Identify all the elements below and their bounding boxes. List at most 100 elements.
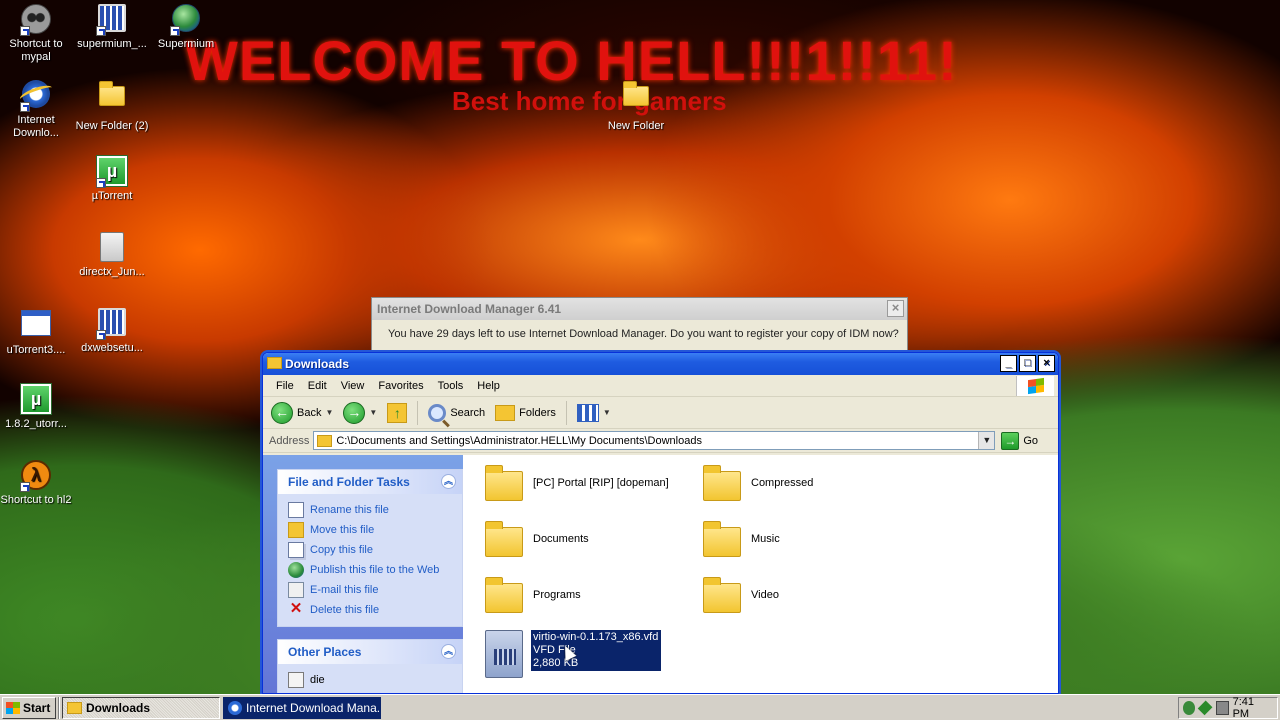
panel-title: Other Places <box>288 645 362 659</box>
utorrent-tray-icon[interactable] <box>1198 700 1214 716</box>
task-delete[interactable]: ✕ Delete this file <box>288 600 462 620</box>
folder-documents[interactable]: Documents <box>485 521 589 557</box>
idm-registration-dialog[interactable]: Internet Download Manager 6.41 × You hav… <box>371 297 908 351</box>
task-label: Internet Download Mana... <box>246 700 381 715</box>
menu-edit[interactable]: Edit <box>301 375 334 397</box>
idm-dialog-titlebar[interactable]: Internet Download Manager 6.41 × <box>372 298 907 320</box>
go-button[interactable]: → Go <box>1001 431 1038 450</box>
search-button[interactable]: Search <box>424 400 489 426</box>
collapse-chevron-icon[interactable]: ︽ <box>441 644 456 659</box>
task-email[interactable]: E-mail this file <box>288 580 462 600</box>
address-input[interactable]: C:\Documents and Settings\Administrator.… <box>313 431 996 450</box>
up-button[interactable]: ↑ <box>383 400 411 426</box>
folder-video[interactable]: Video <box>703 577 779 613</box>
menu-view[interactable]: View <box>334 375 372 397</box>
explorer-content: File and Folder Tasks ︽ Rename this file… <box>263 455 1058 693</box>
close-button[interactable]: × <box>1038 355 1055 372</box>
task-label: Delete this file <box>310 604 380 616</box>
file-name: Music <box>751 533 780 545</box>
toolbar-separator <box>417 400 419 425</box>
dropdown-arrow-icon[interactable]: ▼ <box>603 408 611 417</box>
idm-tray-icon[interactable] <box>1215 701 1229 715</box>
menu-help[interactable]: Help <box>470 375 507 397</box>
back-button[interactable]: ← Back ▼ <box>267 400 337 426</box>
desktop-icon-utorrent3[interactable]: uTorrent3.... <box>0 308 74 357</box>
folder-compressed[interactable]: Compressed <box>703 465 813 501</box>
menu-file[interactable]: File <box>269 375 301 397</box>
other-places-header[interactable]: Other Places ︽ <box>278 640 462 664</box>
folder-icon <box>703 521 741 557</box>
shortcut-arrow-icon <box>170 26 180 36</box>
folder-programs[interactable]: Programs <box>485 577 581 613</box>
web-globe-icon <box>288 562 304 578</box>
delete-x-icon: ✕ <box>289 600 303 617</box>
desktop-icon-new-folder-2[interactable]: New Folder (2) <box>74 80 150 133</box>
desktop-icon-label: Shortcut to hl2 <box>0 494 72 506</box>
forward-button[interactable]: → ▼ <box>339 400 381 426</box>
address-dropdown-button[interactable]: ▼ <box>978 432 995 449</box>
file-folder-tasks-header[interactable]: File and Folder Tasks ︽ <box>278 470 462 494</box>
folder-icon <box>267 357 282 369</box>
maximize-button[interactable]: □ <box>1019 355 1036 372</box>
shortcut-arrow-icon <box>96 26 106 36</box>
taskbar-button-downloads[interactable]: Downloads <box>62 696 220 719</box>
ie-icon <box>228 700 242 715</box>
idm-dialog-message: You have 29 days left to use Internet Do… <box>388 328 899 340</box>
task-label: E-mail this file <box>310 584 379 596</box>
desktop-icon-mypal[interactable]: Shortcut to mypal <box>0 4 74 64</box>
minimize-button[interactable]: _ <box>1000 355 1017 372</box>
explorer-titlebar[interactable]: Downloads _ □ × <box>263 353 1058 375</box>
taskbar-button-idm[interactable]: Internet Download Mana... <box>223 696 381 719</box>
document-icon <box>288 672 304 688</box>
shortcut-arrow-icon <box>20 482 30 492</box>
folder-portal[interactable]: [PC] Portal [RIP] [dopeman] <box>485 465 669 501</box>
desktop-icon-directx[interactable]: directx_Jun... <box>74 232 150 279</box>
desktop-icon-label: Internet Downlo... <box>13 114 59 139</box>
folder-icon <box>485 465 523 501</box>
folder-up-icon: ↑ <box>387 402 408 423</box>
collapse-chevron-icon[interactable]: ︽ <box>441 474 456 489</box>
start-button[interactable]: Start <box>2 696 56 719</box>
desktop-icon-label: µTorrent <box>91 190 133 202</box>
folders-button[interactable]: Folders <box>491 400 560 426</box>
dropdown-arrow-icon[interactable]: ▼ <box>325 408 333 417</box>
task-label: Publish this file to the Web <box>310 564 440 576</box>
rename-icon <box>288 502 304 518</box>
network-globe-icon[interactable] <box>1183 701 1196 715</box>
folder-icon <box>485 521 523 557</box>
desktop-icon-new-folder[interactable]: New Folder <box>598 80 674 133</box>
utorrent-icon: µ <box>21 384 51 414</box>
windows-logo <box>1016 376 1054 396</box>
place-label: die <box>310 674 325 686</box>
desktop-icon-utorrent[interactable]: µ µTorrent <box>74 156 150 203</box>
views-icon <box>576 403 599 422</box>
desktop-icon-idm[interactable]: Internet Downlo... <box>0 80 74 140</box>
menu-favorites[interactable]: Favorites <box>371 375 430 397</box>
file-icon <box>100 232 124 262</box>
folder-icon <box>317 434 333 447</box>
desktop-icon-dxwebsetup[interactable]: dxwebsetu... <box>74 308 150 355</box>
dropdown-arrow-icon[interactable]: ▼ <box>369 408 377 417</box>
folder-music[interactable]: Music <box>703 521 780 557</box>
idm-close-button[interactable]: × <box>887 300 904 317</box>
desktop-icon-supermium[interactable]: Supermium <box>148 4 224 51</box>
menu-tools[interactable]: Tools <box>431 375 471 397</box>
explorer-window[interactable]: Downloads _ □ × File Edit View Favorites… <box>262 352 1059 694</box>
folder-icon <box>703 465 741 501</box>
task-label: Copy this file <box>310 544 373 556</box>
desktop-icon-label: dxwebsetu... <box>81 342 143 354</box>
desktop-icon-supermium-installer[interactable]: supermium_... <box>74 4 150 51</box>
desktop-icon-hl2[interactable]: λ Shortcut to hl2 <box>0 460 74 507</box>
desktop-icon-utorrent-installer[interactable]: µ 1.8.2_utorr... <box>0 384 74 431</box>
shortcut-arrow-icon <box>20 102 30 112</box>
views-button[interactable]: ▼ <box>573 400 615 426</box>
clock[interactable]: 7:41 PM <box>1233 696 1269 720</box>
file-name: Compressed <box>751 477 814 489</box>
desktop-icon-label: New Folder <box>607 120 665 132</box>
task-copy[interactable]: Copy this file <box>288 540 462 560</box>
folder-icon <box>703 577 741 613</box>
task-publish[interactable]: Publish this file to the Web <box>288 560 462 580</box>
place-die[interactable]: die <box>288 670 462 690</box>
task-move[interactable]: Move this file <box>288 520 462 540</box>
task-rename[interactable]: Rename this file <box>288 500 462 520</box>
